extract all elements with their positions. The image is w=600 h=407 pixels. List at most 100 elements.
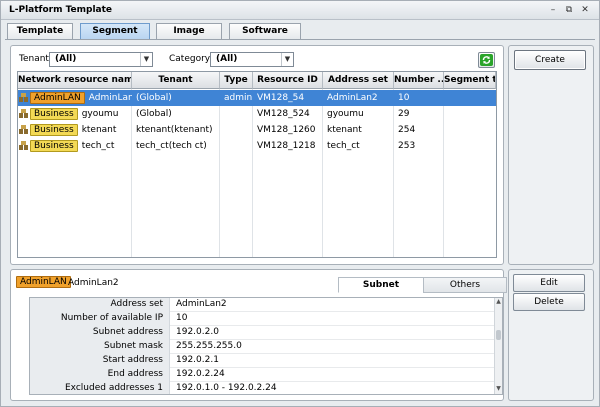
detail-row: Subnet address 192.0.2.0 xyxy=(30,326,496,340)
row-segment-type xyxy=(444,122,496,138)
row-name: gyoumu xyxy=(81,109,119,119)
action-panel xyxy=(508,45,594,265)
category-badge: AdminLAN xyxy=(30,91,85,104)
tab-subnet[interactable]: Subnet xyxy=(338,277,424,293)
resource-icon xyxy=(19,141,28,150)
detail-value: 10 xyxy=(176,313,188,323)
chevron-down-icon: ▼ xyxy=(140,53,152,66)
row-tenant: (Global) xyxy=(136,93,172,103)
column-header[interactable]: Network resource name xyxy=(18,72,132,89)
row-name: AdminLan2 xyxy=(88,93,132,103)
resource-icon xyxy=(19,125,28,134)
detail-category-badge: AdminLAN xyxy=(16,276,71,288)
scrollbar-thumb[interactable] xyxy=(496,330,501,340)
row-name: ktenant xyxy=(81,125,117,135)
row-tenant: tech_ct(tech ct) xyxy=(136,141,207,151)
tab-others[interactable]: Others xyxy=(423,277,507,293)
tab-template[interactable]: Template xyxy=(7,23,73,39)
detail-row: Start address 192.0.2.1 xyxy=(30,354,496,368)
detail-row: Subnet mask 255.255.255.0 xyxy=(30,340,496,354)
row-type xyxy=(220,106,253,122)
resource-icon xyxy=(19,109,28,118)
tenant-label: Tenant xyxy=(19,54,49,64)
row-resource-id: VM128_1260 xyxy=(257,125,316,135)
category-select[interactable]: (All) ▼ xyxy=(210,52,294,67)
row-tenant: ktenant(ktenant) xyxy=(136,125,213,135)
detail-key: Subnet address xyxy=(30,326,170,340)
row-resource-id: VM128_1218 xyxy=(257,141,316,151)
maximize-icon[interactable]: ⧉ xyxy=(563,4,575,16)
tab-segment[interactable]: Segment xyxy=(80,23,150,39)
scroll-down-icon[interactable]: ▼ xyxy=(495,385,502,393)
detail-key: End address xyxy=(30,368,170,382)
row-address-set: ktenant xyxy=(327,125,362,135)
tenant-select[interactable]: (All) ▼ xyxy=(49,52,153,67)
row-resource-id: VM128_524 xyxy=(257,109,310,119)
row-segment-type xyxy=(444,138,496,154)
row-type: admin xyxy=(224,93,253,103)
titlebar: L-Platform Template – ⧉ ✕ xyxy=(1,1,599,20)
detail-value: 192.0.1.0 - 192.0.2.24 xyxy=(176,383,277,393)
row-address-set: gyoumu xyxy=(327,109,364,119)
row-type xyxy=(220,138,253,154)
category-label: Category xyxy=(169,54,211,64)
detail-row: Number of available IP addresses 10 xyxy=(30,312,496,336)
table-row[interactable]: Business ktenant ktenant(ktenant) VM128_1… xyxy=(18,122,496,138)
row-type xyxy=(220,122,253,138)
detail-key: Address set xyxy=(30,298,170,312)
tab-image[interactable]: Image xyxy=(156,23,222,39)
scroll-up-icon[interactable]: ▲ xyxy=(495,298,502,306)
category-badge: Business xyxy=(30,107,78,120)
detail-key: Subnet mask xyxy=(30,340,170,354)
detail-value: 192.0.2.0 xyxy=(176,327,219,337)
detail-value: 255.255.255.0 xyxy=(176,341,242,351)
detail-row: Address set AdminLan2 xyxy=(30,298,496,312)
column-header[interactable]: Tenant xyxy=(132,72,220,89)
tab-divider xyxy=(5,39,595,40)
table-row[interactable]: Business tech_ct tech_ct(tech ct) VM128_1… xyxy=(18,138,496,154)
subnet-detail-table: Address set AdminLan2 Number of availabl… xyxy=(29,297,503,395)
resource-icon xyxy=(19,93,28,102)
column-header[interactable]: Type xyxy=(220,72,253,89)
row-number: 254 xyxy=(398,125,416,135)
detail-key: Excluded addresses 1 xyxy=(30,382,170,394)
column-header[interactable]: Address set xyxy=(323,72,394,89)
row-address-set: tech_ct xyxy=(327,141,360,151)
detail-name: AdminLan2 xyxy=(68,278,119,288)
row-segment-type xyxy=(444,90,496,106)
category-select-value: (All) xyxy=(216,54,238,64)
close-icon[interactable]: ✕ xyxy=(579,4,591,16)
refresh-button[interactable] xyxy=(478,52,495,68)
category-badge: Business xyxy=(30,123,78,136)
window-title: L-Platform Template xyxy=(9,5,113,15)
detail-row: Excluded addresses 1 192.0.1.0 - 192.0.2… xyxy=(30,382,496,394)
edit-button[interactable]: Edit xyxy=(513,274,585,292)
chevron-down-icon: ▼ xyxy=(281,53,293,66)
tenant-select-value: (All) xyxy=(55,54,77,64)
column-header[interactable]: Number ... xyxy=(394,72,444,89)
detail-key: Number of available IP addresses xyxy=(30,312,170,336)
row-address-set: AdminLan2 xyxy=(327,93,378,103)
row-number: 10 xyxy=(398,93,410,103)
minimize-icon[interactable]: – xyxy=(547,4,559,16)
detail-value: AdminLan2 xyxy=(176,299,227,309)
column-header[interactable]: Resource ID xyxy=(253,72,323,89)
detail-scrollbar[interactable]: ▲ ▼ xyxy=(494,298,502,394)
table-row[interactable]: Business gyoumu (Global) VM128_524 gyoumu… xyxy=(18,106,496,122)
row-name: tech_ct xyxy=(81,141,115,151)
tab-software[interactable]: Software xyxy=(229,23,301,39)
detail-key: Start address xyxy=(30,354,170,368)
row-number: 253 xyxy=(398,141,416,151)
delete-button[interactable]: Delete xyxy=(513,293,585,311)
table-row[interactable]: AdminLANAdminLan2 (Global) admin VM128_5… xyxy=(18,90,496,106)
detail-value: 192.0.2.24 xyxy=(176,369,225,379)
detail-row: End address 192.0.2.24 xyxy=(30,368,496,382)
refresh-icon xyxy=(480,54,493,66)
window: L-Platform Template – ⧉ ✕ Template Segme… xyxy=(0,0,600,407)
column-header[interactable]: Segment type xyxy=(444,72,496,89)
row-tenant: (Global) xyxy=(136,109,172,119)
row-resource-id: VM128_54 xyxy=(257,93,305,103)
detail-value: 192.0.2.1 xyxy=(176,355,219,365)
create-button[interactable]: Create xyxy=(514,50,586,70)
row-number: 29 xyxy=(398,109,410,119)
